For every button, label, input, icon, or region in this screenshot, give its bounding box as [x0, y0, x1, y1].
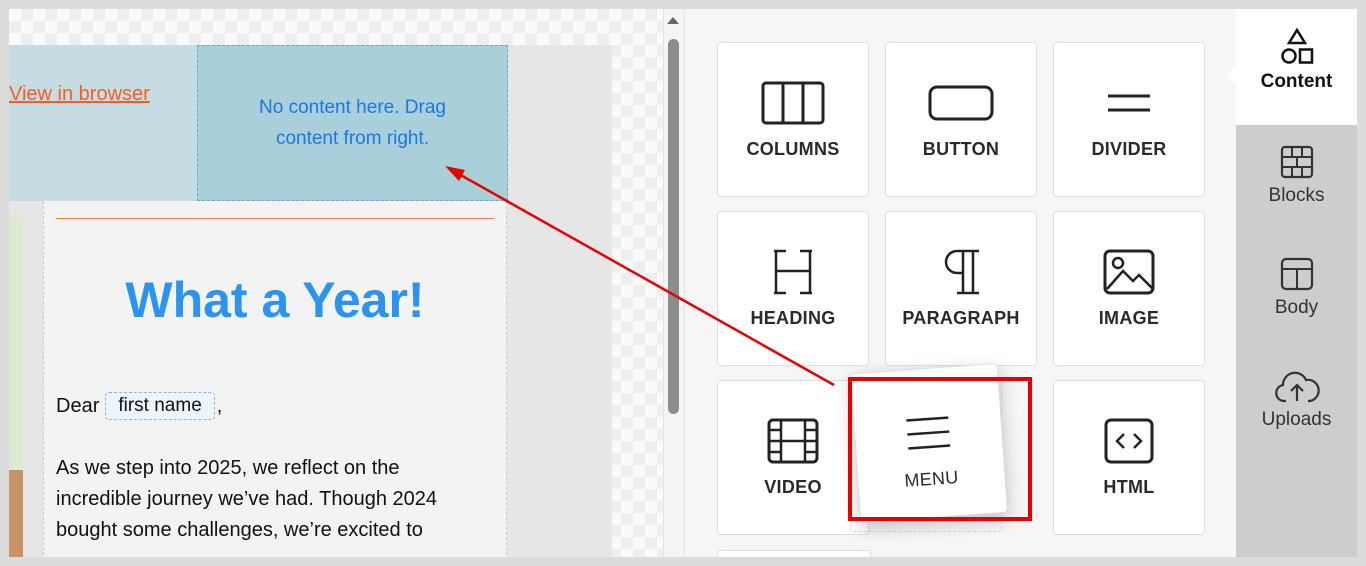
- tool-tile-next-row[interactable]: [717, 550, 871, 557]
- tool-label: IMAGE: [1098, 308, 1160, 328]
- editor-window: View in browser No content here. Drag co…: [9, 9, 1357, 557]
- greeting-prefix: Dear: [56, 394, 100, 417]
- bricks-icon: [1236, 145, 1357, 179]
- view-in-browser-link[interactable]: View in browser: [9, 83, 150, 106]
- sidebar-tab-body[interactable]: Body: [1236, 257, 1357, 319]
- body-line: incredible journey we’ve had. Though 202…: [56, 488, 438, 510]
- tool-label: VIDEO: [764, 477, 822, 497]
- content-tools-panel: COLUMNS BUTTON DIVIDER HEADING PARAGRAPH…: [684, 9, 1237, 557]
- canvas-scrollbar-thumb[interactable]: [668, 39, 679, 414]
- tool-label: HTML: [1103, 477, 1155, 497]
- headline[interactable]: What a Year!: [44, 271, 506, 329]
- cloud-upload-icon: [1236, 369, 1357, 403]
- tool-image[interactable]: IMAGE: [1053, 211, 1205, 366]
- sidebar-tab-label: Content: [1260, 71, 1333, 92]
- heading-icon: [718, 242, 868, 302]
- tool-divider[interactable]: DIVIDER: [1053, 42, 1205, 197]
- paragraph-icon: [886, 242, 1036, 302]
- layout-icon: [1236, 257, 1357, 291]
- divider-line: [56, 218, 494, 219]
- body-line: As we step into 2025, we reflect on the: [56, 457, 400, 479]
- tool-label: BUTTON: [922, 139, 1000, 159]
- sidebar-tab-uploads[interactable]: Uploads: [1236, 369, 1357, 431]
- divider-icon: [1054, 73, 1204, 133]
- sidebar-tab-label: Body: [1274, 297, 1319, 318]
- sidebar-tab-blocks[interactable]: Blocks: [1236, 145, 1357, 207]
- html-icon: [1054, 411, 1204, 471]
- content-column[interactable]: What a Year! Dear first name , As we ste…: [43, 201, 507, 557]
- greeting[interactable]: Dear first name ,: [56, 392, 222, 420]
- scroll-up-arrow-icon[interactable]: [667, 17, 679, 24]
- left-image-strip-photo: [9, 470, 23, 557]
- header-left-cell[interactable]: View in browser: [9, 45, 197, 201]
- tool-label: COLUMNS: [746, 139, 840, 159]
- body-paragraph[interactable]: As we step into 2025, we reflect on the …: [56, 453, 486, 546]
- columns-icon: [718, 73, 868, 133]
- body-line: bought some challenges, we’re excited to: [56, 519, 423, 541]
- image-icon: [1054, 242, 1204, 302]
- button-icon: [886, 73, 1036, 133]
- tool-video[interactable]: VIDEO: [717, 380, 869, 535]
- sidebar-tab-label: Blocks: [1268, 185, 1325, 206]
- tool-columns[interactable]: COLUMNS: [717, 42, 869, 197]
- tool-html[interactable]: HTML: [1053, 380, 1205, 535]
- tool-button[interactable]: BUTTON: [885, 42, 1037, 197]
- email-preview: View in browser No content here. Drag co…: [9, 45, 612, 557]
- tool-label: PARAGRAPH: [902, 308, 1020, 328]
- editor-sidebar: Content Blocks Body Uploads: [1236, 9, 1357, 557]
- sidebar-tab-content[interactable]: Content: [1236, 9, 1357, 125]
- empty-drop-zone[interactable]: No content here. Drag content from right…: [197, 45, 508, 201]
- drop-zone-message: No content here. Drag content from right…: [259, 97, 446, 149]
- tool-heading[interactable]: HEADING: [717, 211, 869, 366]
- merge-tag-first-name[interactable]: first name: [105, 392, 215, 420]
- shapes-icon: [1236, 27, 1357, 65]
- sidebar-tab-label: Uploads: [1261, 409, 1332, 430]
- email-canvas: View in browser No content here. Drag co…: [9, 9, 684, 557]
- tool-label: DIVIDER: [1091, 139, 1167, 159]
- video-icon: [718, 411, 868, 471]
- tool-paragraph[interactable]: PARAGRAPH: [885, 211, 1037, 366]
- highlight-box: [848, 377, 1032, 521]
- tool-label: HEADING: [750, 308, 836, 328]
- greeting-suffix: ,: [216, 394, 223, 417]
